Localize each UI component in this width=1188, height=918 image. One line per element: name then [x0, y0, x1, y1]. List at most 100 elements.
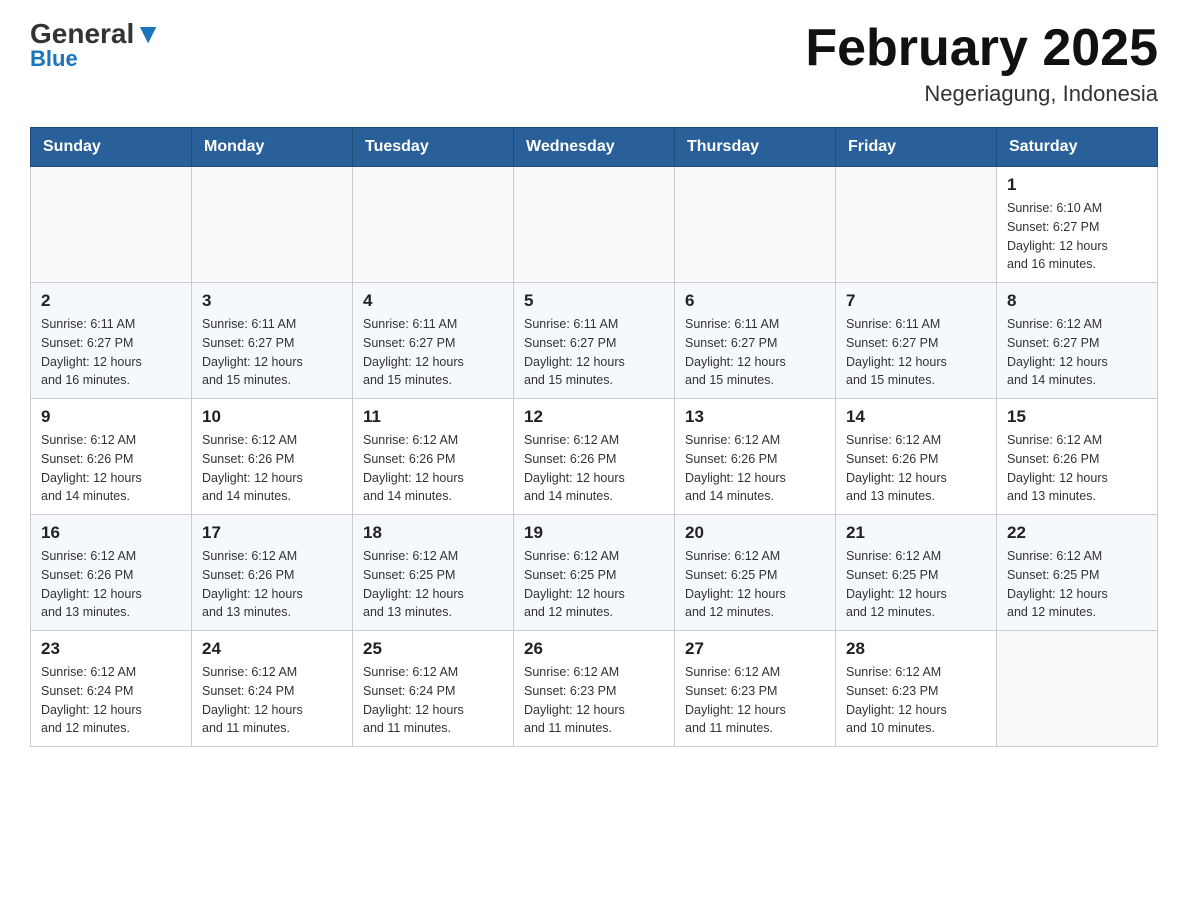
- calendar-cell: 26 Sunrise: 6:12 AMSunset: 6:23 PMDayligh…: [514, 631, 675, 747]
- day-info: Sunrise: 6:12 AMSunset: 6:26 PMDaylight:…: [1007, 431, 1147, 506]
- day-number: 17: [202, 523, 342, 543]
- day-number: 8: [1007, 291, 1147, 311]
- calendar-week-5: 23 Sunrise: 6:12 AMSunset: 6:24 PMDayligh…: [31, 631, 1158, 747]
- calendar-cell: 15 Sunrise: 6:12 AMSunset: 6:26 PMDayligh…: [997, 399, 1158, 515]
- day-info: Sunrise: 6:12 AMSunset: 6:26 PMDaylight:…: [524, 431, 664, 506]
- day-number: 24: [202, 639, 342, 659]
- day-number: 21: [846, 523, 986, 543]
- day-info: Sunrise: 6:11 AMSunset: 6:27 PMDaylight:…: [685, 315, 825, 390]
- day-info: Sunrise: 6:12 AMSunset: 6:23 PMDaylight:…: [685, 663, 825, 738]
- page-header: General▼ Blue February 2025 Negeriagung,…: [30, 20, 1158, 107]
- calendar-header: SundayMondayTuesdayWednesdayThursdayFrid…: [31, 128, 1158, 167]
- day-info: Sunrise: 6:11 AMSunset: 6:27 PMDaylight:…: [202, 315, 342, 390]
- day-number: 5: [524, 291, 664, 311]
- weekday-header-tuesday: Tuesday: [353, 128, 514, 167]
- calendar-cell: [836, 167, 997, 283]
- day-info: Sunrise: 6:12 AMSunset: 6:26 PMDaylight:…: [846, 431, 986, 506]
- day-info: Sunrise: 6:12 AMSunset: 6:25 PMDaylight:…: [363, 547, 503, 622]
- day-number: 27: [685, 639, 825, 659]
- day-info: Sunrise: 6:12 AMSunset: 6:25 PMDaylight:…: [846, 547, 986, 622]
- calendar-cell: [514, 167, 675, 283]
- calendar-cell: 11 Sunrise: 6:12 AMSunset: 6:26 PMDayligh…: [353, 399, 514, 515]
- weekday-header-wednesday: Wednesday: [514, 128, 675, 167]
- calendar-cell: 5 Sunrise: 6:11 AMSunset: 6:27 PMDaylight…: [514, 283, 675, 399]
- logo-blue-text: Blue: [30, 46, 78, 72]
- weekday-header-saturday: Saturday: [997, 128, 1158, 167]
- logo-general-text: General▼: [30, 20, 162, 48]
- day-number: 20: [685, 523, 825, 543]
- calendar-cell: 1 Sunrise: 6:10 AMSunset: 6:27 PMDaylight…: [997, 167, 1158, 283]
- calendar-cell: 3Sunrise: 6:11 AMSunset: 6:27 PMDaylight…: [192, 283, 353, 399]
- day-number: 2: [41, 291, 181, 311]
- weekday-header-sunday: Sunday: [31, 128, 192, 167]
- day-number: 16: [41, 523, 181, 543]
- day-number: 23: [41, 639, 181, 659]
- weekday-header-thursday: Thursday: [675, 128, 836, 167]
- day-number: 1: [1007, 175, 1147, 195]
- weekday-header-row: SundayMondayTuesdayWednesdayThursdayFrid…: [31, 128, 1158, 167]
- day-number: 19: [524, 523, 664, 543]
- weekday-header-friday: Friday: [836, 128, 997, 167]
- calendar-cell: 14 Sunrise: 6:12 AMSunset: 6:26 PMDayligh…: [836, 399, 997, 515]
- calendar-cell: 19 Sunrise: 6:12 AMSunset: 6:25 PMDayligh…: [514, 515, 675, 631]
- day-info: Sunrise: 6:12 AMSunset: 6:24 PMDaylight:…: [202, 663, 342, 738]
- calendar-cell: 24 Sunrise: 6:12 AMSunset: 6:24 PMDayligh…: [192, 631, 353, 747]
- day-number: 11: [363, 407, 503, 427]
- day-number: 28: [846, 639, 986, 659]
- calendar-week-3: 9 Sunrise: 6:12 AMSunset: 6:26 PMDaylight…: [31, 399, 1158, 515]
- calendar-cell: 9 Sunrise: 6:12 AMSunset: 6:26 PMDaylight…: [31, 399, 192, 515]
- calendar-cell: 12 Sunrise: 6:12 AMSunset: 6:26 PMDayligh…: [514, 399, 675, 515]
- day-info: Sunrise: 6:12 AMSunset: 6:26 PMDaylight:…: [41, 547, 181, 622]
- calendar-cell: 21 Sunrise: 6:12 AMSunset: 6:25 PMDayligh…: [836, 515, 997, 631]
- day-info: Sunrise: 6:12 AMSunset: 6:23 PMDaylight:…: [524, 663, 664, 738]
- calendar-cell: 4Sunrise: 6:11 AMSunset: 6:27 PMDaylight…: [353, 283, 514, 399]
- day-info: Sunrise: 6:12 AMSunset: 6:26 PMDaylight:…: [685, 431, 825, 506]
- day-info: Sunrise: 6:12 AMSunset: 6:24 PMDaylight:…: [363, 663, 503, 738]
- calendar-body: 1 Sunrise: 6:10 AMSunset: 6:27 PMDaylight…: [31, 167, 1158, 747]
- calendar-table: SundayMondayTuesdayWednesdayThursdayFrid…: [30, 127, 1158, 747]
- calendar-cell: 20 Sunrise: 6:12 AMSunset: 6:25 PMDayligh…: [675, 515, 836, 631]
- day-number: 15: [1007, 407, 1147, 427]
- day-number: 26: [524, 639, 664, 659]
- day-info: Sunrise: 6:11 AMSunset: 6:27 PMDaylight:…: [363, 315, 503, 390]
- day-info: Sunrise: 6:12 AMSunset: 6:25 PMDaylight:…: [1007, 547, 1147, 622]
- day-number: 12: [524, 407, 664, 427]
- calendar-cell: 16 Sunrise: 6:12 AMSunset: 6:26 PMDayligh…: [31, 515, 192, 631]
- calendar-cell: 25 Sunrise: 6:12 AMSunset: 6:24 PMDayligh…: [353, 631, 514, 747]
- day-info: Sunrise: 6:12 AMSunset: 6:26 PMDaylight:…: [202, 431, 342, 506]
- day-info: Sunrise: 6:10 AMSunset: 6:27 PMDaylight:…: [1007, 199, 1147, 274]
- calendar-cell: 8Sunrise: 6:12 AMSunset: 6:27 PMDaylight…: [997, 283, 1158, 399]
- calendar-cell: [675, 167, 836, 283]
- calendar-title: February 2025: [805, 20, 1158, 77]
- title-block: February 2025 Negeriagung, Indonesia: [805, 20, 1158, 107]
- calendar-cell: 22 Sunrise: 6:12 AMSunset: 6:25 PMDayligh…: [997, 515, 1158, 631]
- day-info: Sunrise: 6:12 AMSunset: 6:26 PMDaylight:…: [202, 547, 342, 622]
- calendar-cell: 28Sunrise: 6:12 AMSunset: 6:23 PMDayligh…: [836, 631, 997, 747]
- calendar-cell: [353, 167, 514, 283]
- calendar-cell: 27 Sunrise: 6:12 AMSunset: 6:23 PMDayligh…: [675, 631, 836, 747]
- day-number: 18: [363, 523, 503, 543]
- day-info: Sunrise: 6:12 AMSunset: 6:26 PMDaylight:…: [41, 431, 181, 506]
- day-number: 6: [685, 291, 825, 311]
- day-number: 25: [363, 639, 503, 659]
- day-info: Sunrise: 6:12 AMSunset: 6:25 PMDaylight:…: [524, 547, 664, 622]
- day-info: Sunrise: 6:12 AMSunset: 6:24 PMDaylight:…: [41, 663, 181, 738]
- weekday-header-monday: Monday: [192, 128, 353, 167]
- day-number: 22: [1007, 523, 1147, 543]
- calendar-cell: [997, 631, 1158, 747]
- calendar-cell: 2 Sunrise: 6:11 AMSunset: 6:27 PMDaylight…: [31, 283, 192, 399]
- calendar-cell: [192, 167, 353, 283]
- calendar-cell: 6 Sunrise: 6:11 AMSunset: 6:27 PMDaylight…: [675, 283, 836, 399]
- calendar-cell: 18 Sunrise: 6:12 AMSunset: 6:25 PMDayligh…: [353, 515, 514, 631]
- day-number: 9: [41, 407, 181, 427]
- day-info: Sunrise: 6:11 AMSunset: 6:27 PMDaylight:…: [524, 315, 664, 390]
- calendar-week-4: 16 Sunrise: 6:12 AMSunset: 6:26 PMDayligh…: [31, 515, 1158, 631]
- day-info: Sunrise: 6:12 AMSunset: 6:25 PMDaylight:…: [685, 547, 825, 622]
- calendar-location: Negeriagung, Indonesia: [805, 81, 1158, 107]
- calendar-cell: 10Sunrise: 6:12 AMSunset: 6:26 PMDayligh…: [192, 399, 353, 515]
- day-info: Sunrise: 6:12 AMSunset: 6:26 PMDaylight:…: [363, 431, 503, 506]
- day-info: Sunrise: 6:11 AMSunset: 6:27 PMDaylight:…: [846, 315, 986, 390]
- day-number: 14: [846, 407, 986, 427]
- calendar-cell: 7Sunrise: 6:11 AMSunset: 6:27 PMDaylight…: [836, 283, 997, 399]
- day-info: Sunrise: 6:11 AMSunset: 6:27 PMDaylight:…: [41, 315, 181, 390]
